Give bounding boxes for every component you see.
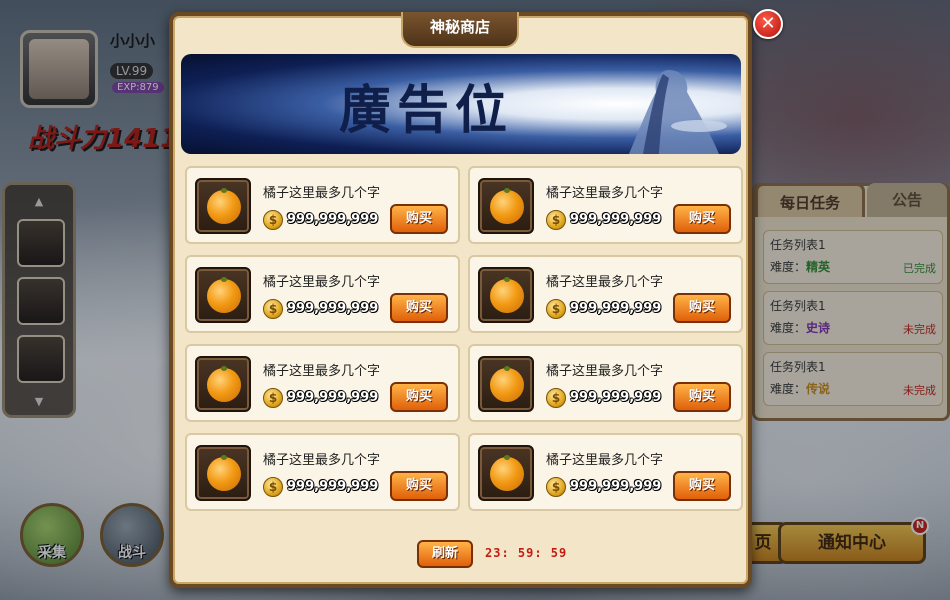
refresh-button[interactable]: 刷新 (417, 540, 473, 568)
item-price: 999,999,999 (287, 301, 379, 316)
shop-item: 橘子这里最多几个字 $ 999,999,999 购买 (468, 344, 743, 422)
gold-coin-icon: $ (546, 477, 566, 497)
item-name: 橘子这里最多几个字 (546, 364, 664, 379)
item-price: 999,999,999 (287, 390, 379, 405)
dialog-title: 神秘商店 (401, 12, 519, 48)
shop-item: 橘子这里最多几个字 $ 999,999,999 购买 (185, 255, 460, 333)
gold-coin-icon: $ (263, 210, 283, 230)
gold-coin-icon: $ (546, 210, 566, 230)
buy-button[interactable]: 购买 (390, 293, 448, 323)
shop-item: 橘子这里最多几个字 $ 999,999,999 购买 (468, 433, 743, 511)
buy-button[interactable]: 购买 (673, 471, 731, 501)
shop-item: 橘子这里最多几个字 $ 999,999,999 购买 (468, 166, 743, 244)
orange-icon (207, 188, 241, 224)
item-icon-frame (195, 178, 251, 234)
item-price: 999,999,999 (287, 212, 379, 227)
shop-item: 橘子这里最多几个字 $ 999,999,999 购买 (468, 255, 743, 333)
shop-item: 橘子这里最多几个字 $ 999,999,999 购买 (185, 344, 460, 422)
buy-button[interactable]: 购买 (390, 204, 448, 234)
buy-button[interactable]: 购买 (673, 382, 731, 412)
item-price: 999,999,999 (570, 212, 662, 227)
gold-coin-icon: $ (263, 477, 283, 497)
item-price: 999,999,999 (570, 390, 662, 405)
item-price: 999,999,999 (570, 301, 662, 316)
gold-coin-icon: $ (263, 299, 283, 319)
item-name: 橘子这里最多几个字 (546, 453, 664, 468)
refresh-countdown-timer: 23: 59: 59 (485, 546, 568, 560)
gold-coin-icon: $ (546, 299, 566, 319)
orange-icon (207, 366, 241, 402)
gold-coin-icon: $ (263, 388, 283, 408)
shop-item: 橘子这里最多几个字 $ 999,999,999 购买 (185, 433, 460, 511)
item-icon-frame (195, 267, 251, 323)
buy-button[interactable]: 购买 (673, 293, 731, 323)
buy-button[interactable]: 购买 (390, 471, 448, 501)
ad-banner-text: 廣告位 (339, 80, 514, 141)
mystery-shop-dialog: 神秘商店 廣告位 橘子这里最多几个字 $ 999,999,999 购买 橘子这里… (169, 12, 752, 588)
item-name: 橘子这里最多几个字 (263, 364, 381, 379)
item-icon-frame (195, 356, 251, 412)
item-name: 橘子这里最多几个字 (263, 186, 381, 201)
close-icon: ✕ (760, 13, 776, 34)
buy-button[interactable]: 购买 (390, 382, 448, 412)
item-price: 999,999,999 (287, 479, 379, 494)
shop-item: 橘子这里最多几个字 $ 999,999,999 购买 (185, 166, 460, 244)
orange-icon (490, 277, 524, 313)
ad-banner[interactable]: 廣告位 (181, 54, 741, 154)
item-name: 橘子这里最多几个字 (546, 275, 664, 290)
orange-icon (207, 277, 241, 313)
close-button[interactable]: ✕ (753, 9, 783, 39)
orange-icon (490, 366, 524, 402)
item-icon-frame (195, 445, 251, 501)
item-icon-frame (478, 356, 534, 412)
item-name: 橘子这里最多几个字 (546, 186, 664, 201)
item-price: 999,999,999 (570, 479, 662, 494)
item-name: 橘子这里最多几个字 (263, 453, 381, 468)
orange-icon (490, 188, 524, 224)
orange-icon (490, 455, 524, 491)
buy-button[interactable]: 购买 (673, 204, 731, 234)
ad-banner-figure-image (629, 70, 727, 154)
item-name: 橘子这里最多几个字 (263, 275, 381, 290)
gold-coin-icon: $ (546, 388, 566, 408)
item-icon-frame (478, 445, 534, 501)
item-icon-frame (478, 267, 534, 323)
item-icon-frame (478, 178, 534, 234)
orange-icon (207, 455, 241, 491)
